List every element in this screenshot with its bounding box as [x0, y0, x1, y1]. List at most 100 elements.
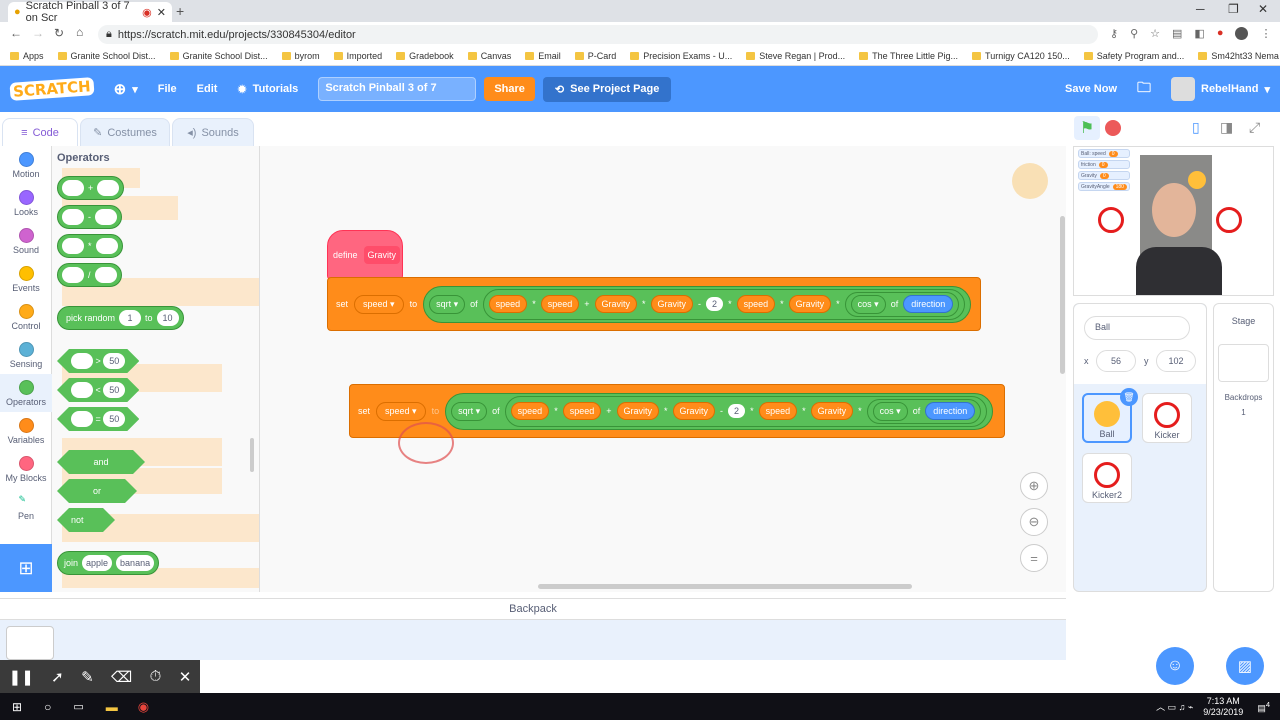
edit-menu[interactable]: Edit [187, 83, 228, 95]
function-dropdown[interactable]: cos ▾ [872, 401, 908, 421]
tab-sounds[interactable]: ◂) Sounds [172, 118, 254, 146]
tray-icons[interactable]: ︿ ▭ ♫ ⌁ [1156, 700, 1193, 713]
key-icon[interactable]: ⚷ [1110, 27, 1118, 43]
star-icon[interactable]: ☆ [1150, 27, 1160, 43]
operand[interactable] [71, 353, 93, 369]
sprite-tile-kicker2[interactable]: Kicker2 [1082, 453, 1132, 503]
join-block[interactable]: join apple banana [57, 551, 160, 575]
zoom-reset-button[interactable]: = [1020, 544, 1048, 572]
add-block[interactable]: + [57, 176, 125, 200]
variable-dropdown[interactable]: speed ▾ [354, 294, 404, 314]
cos-block[interactable]: cos ▾ of direction [844, 291, 960, 317]
home-icon[interactable]: ⌂ [76, 25, 83, 39]
y-field[interactable]: 102 [1156, 350, 1196, 372]
operand[interactable] [94, 267, 117, 283]
share-button[interactable]: Share [484, 77, 535, 101]
variable-reporter[interactable]: speed [510, 402, 550, 420]
pause-icon[interactable]: ❚❚ [9, 668, 34, 686]
operand[interactable] [97, 180, 120, 196]
bookmark-item[interactable]: Canvas [467, 51, 511, 61]
bookmark-item[interactable]: Email [525, 51, 561, 61]
and-block[interactable]: and [57, 450, 145, 474]
bookmark-item[interactable]: Granite School Dist... [169, 51, 268, 61]
random-from-input[interactable]: 1 [119, 310, 142, 326]
number-input[interactable]: 2 [706, 297, 724, 311]
tab-code[interactable]: ≡ Code [2, 118, 78, 146]
green-flag-button[interactable]: ⚑ [1074, 116, 1100, 140]
sprite-name-field[interactable]: Ball [1084, 316, 1190, 340]
random-to-input[interactable]: 10 [156, 310, 179, 326]
sqrt-block[interactable]: sqrt ▾ of speed * speed + Gravity * Gravity -2 *… [445, 392, 994, 430]
task-view-icon[interactable]: ▭ [73, 700, 83, 713]
bookmark-item[interactable]: P-Card [574, 51, 616, 61]
operand[interactable] [62, 267, 84, 283]
new-tab-icon[interactable]: + [176, 3, 184, 19]
save-now-button[interactable]: Save Now [1055, 83, 1127, 95]
variable-reporter[interactable]: Gravity [810, 402, 854, 420]
x-field[interactable]: 56 [1096, 350, 1136, 372]
bookmark-item[interactable]: Apps [10, 51, 44, 61]
tab-costumes[interactable]: ✎ Costumes [80, 118, 170, 146]
extension-icon[interactable]: ▤ [1172, 27, 1182, 43]
bookmark-item[interactable]: Granite School Dist... [57, 51, 156, 61]
divide-block[interactable]: / [57, 263, 122, 287]
pen-icon[interactable]: ✎ [81, 668, 94, 686]
choose-sprite-button[interactable]: ☺ [1156, 647, 1194, 685]
operand[interactable] [62, 180, 84, 196]
variable-reporter[interactable]: Gravity [788, 295, 832, 313]
category-sound[interactable]: Sound [0, 222, 52, 260]
variable-reporter[interactable]: speed [540, 295, 580, 313]
category-events[interactable]: Events [0, 260, 52, 298]
category-variables[interactable]: Variables [0, 412, 52, 450]
zoom-icon[interactable]: ⚲ [1130, 27, 1138, 43]
close-tab-icon[interactable]: ✕ [157, 6, 166, 19]
expression-block[interactable]: speed * speed + Gravity * Gravity -2 * speed * Grav… [482, 288, 966, 320]
direction-reporter[interactable]: direction [925, 402, 976, 420]
bookmark-item[interactable]: byrom [281, 51, 320, 61]
multiply-block[interactable]: * [57, 234, 123, 258]
eraser-icon[interactable]: ⌫ [111, 668, 132, 686]
set-variable-block[interactable]: set speed ▾ to sqrt ▾ of speed * speed + Gra… [327, 277, 981, 331]
operand[interactable]: 50 [103, 353, 125, 369]
clock[interactable]: 7:13 AM 9/23/2019 [1203, 696, 1243, 718]
small-stage-icon[interactable]: ▯ [1192, 119, 1200, 136]
language-menu[interactable]: ⊕ ▾ [104, 80, 148, 98]
extension-icon[interactable]: ● [1217, 27, 1224, 43]
variable-monitor[interactable]: friction 0 [1078, 160, 1130, 169]
bookmark-item[interactable]: Precision Exams - U... [630, 51, 732, 61]
bookmark-item[interactable]: Gradebook [396, 51, 454, 61]
url-field[interactable]: 🔒︎ https://scratch.mit.edu/projects/3308… [98, 25, 1098, 44]
variable-reporter[interactable]: speed [562, 402, 602, 420]
operand[interactable] [62, 209, 84, 225]
close-window-icon[interactable]: ✕ [1258, 2, 1268, 16]
pick-random-block[interactable]: pick random 1 to 10 [57, 306, 184, 330]
category-control[interactable]: Control [0, 298, 52, 336]
subtract-block[interactable]: - [57, 205, 122, 229]
category-sensing[interactable]: Sensing [0, 336, 52, 374]
pointer-icon[interactable]: ➚ [51, 668, 64, 686]
file-menu[interactable]: File [148, 83, 187, 95]
stage-canvas[interactable]: Ball: speed 0 friction 0 Gravity 0 GravityAngl… [1073, 146, 1274, 296]
timer-icon[interactable]: ⏱︎ [150, 668, 162, 685]
expression-block[interactable]: speed * speed + Gravity * Gravity -2 * speed * Grav… [504, 395, 988, 427]
less-than-block[interactable]: < 50 [57, 378, 139, 402]
variable-monitor[interactable]: GravityAngle 180 [1078, 182, 1130, 191]
extension-icon[interactable]: ◧ [1194, 27, 1204, 43]
backpack-item[interactable] [6, 626, 54, 660]
palette-scrollbar[interactable] [250, 438, 254, 472]
bookmark-item[interactable]: Turnigy CA120 150... [972, 51, 1070, 61]
sqrt-block[interactable]: sqrt ▾ of speed * speed + Gravity * Gravity -2 *… [423, 285, 972, 323]
number-input[interactable]: 2 [728, 404, 746, 418]
minimize-icon[interactable]: ─ [1196, 2, 1205, 16]
not-block[interactable]: not [57, 508, 115, 532]
function-dropdown[interactable]: sqrt ▾ [451, 401, 488, 421]
profile-avatar[interactable] [1235, 27, 1249, 40]
script-workspace[interactable]: define Gravity set speed ▾ to sqrt ▾ of … [260, 146, 1066, 592]
zoom-in-button[interactable]: ⊕ [1020, 472, 1048, 500]
category-pen[interactable]: ✎ Pen [0, 488, 52, 526]
tutorials-button[interactable]: ✹ Tutorials [227, 83, 308, 96]
variable-reporter[interactable]: Gravity [650, 295, 694, 313]
cos-block[interactable]: cos ▾ of direction [866, 398, 982, 424]
equals-block[interactable]: = 50 [57, 407, 139, 431]
join-input[interactable]: banana [116, 555, 155, 571]
